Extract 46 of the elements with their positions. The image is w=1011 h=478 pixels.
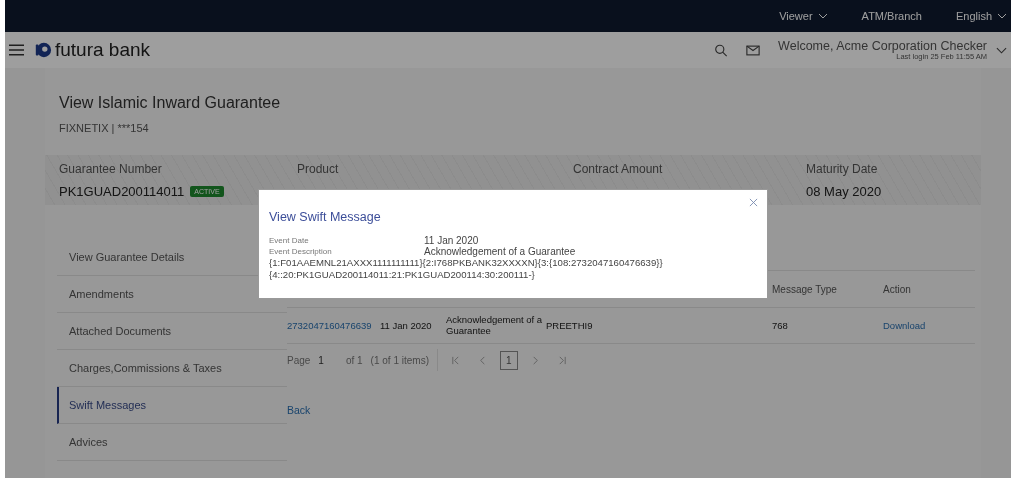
dialog-title: View Swift Message bbox=[269, 210, 382, 224]
swift-message-line: {1:F01AAEMNL21AXXX1111111111}{2:I768PKBANK32XXXXN}{3:{108:2732047160476639}} bbox=[269, 257, 664, 269]
sidebar-item[interactable]: Amendments bbox=[69, 288, 134, 300]
current-page-button[interactable]: 1 bbox=[499, 350, 518, 370]
table-cell-text: PREETHI9 bbox=[546, 320, 594, 331]
close-icon[interactable] bbox=[749, 198, 758, 207]
back-link[interactable]: Back bbox=[287, 404, 311, 416]
top-menu-item[interactable]: ATM/Branch bbox=[861, 10, 922, 22]
field-value: 11 Jan 2020 bbox=[424, 235, 479, 246]
table-cell-text: 11 Jan 2020 bbox=[380, 320, 433, 331]
page-subtitle: FIXNETIX | ***154 bbox=[59, 122, 150, 134]
download-link[interactable]: Download bbox=[883, 320, 973, 331]
table-cell-text: Acknowledgement of a Guarantee bbox=[446, 315, 544, 336]
field-label: Event Description bbox=[269, 246, 333, 257]
search-icon[interactable] bbox=[714, 43, 729, 57]
page-number: 1 bbox=[318, 354, 324, 366]
sidebar-item[interactable]: Attached Documents bbox=[69, 325, 172, 337]
page-label: Page bbox=[287, 354, 311, 366]
menu-icon[interactable] bbox=[9, 44, 24, 56]
summary-value: 08 May 2020 bbox=[806, 183, 882, 199]
summary-label: Guarantee Number bbox=[59, 161, 163, 176]
page-title: View Islamic Inward Guarantee bbox=[59, 94, 282, 112]
top-menu-item[interactable]: English bbox=[955, 10, 992, 22]
summary-label: Maturity Date bbox=[806, 161, 879, 176]
welcome-text[interactable]: Welcome, Acme Corporation Checker bbox=[778, 39, 987, 53]
column-header: Message Type bbox=[772, 283, 838, 295]
column-header: Action bbox=[883, 283, 912, 295]
summary-label: Product bbox=[297, 161, 340, 176]
page-count: of 1 bbox=[345, 354, 363, 366]
swift-message-line: {4::20:PK1GUAD200114011:21:PK1GUAD200114:30:200111-} bbox=[269, 269, 536, 281]
logo-icon bbox=[34, 41, 52, 59]
summary-value: PK1GUAD200114011 bbox=[59, 183, 185, 199]
sidebar-item[interactable]: Charges,Commissions & Taxes bbox=[69, 362, 222, 374]
bank-logo-text: futura bank bbox=[55, 39, 151, 61]
chevron-down-icon[interactable] bbox=[996, 46, 1007, 54]
table-cell-text: 768 bbox=[772, 320, 789, 331]
field-value: Acknowledgement of a Guarantee bbox=[424, 246, 576, 257]
sidebar-item[interactable]: Advices bbox=[69, 436, 108, 448]
sidebar-item[interactable]: View Guarantee Details bbox=[69, 251, 185, 263]
top-menu-item[interactable]: Viewer bbox=[779, 10, 813, 22]
mail-icon[interactable] bbox=[746, 43, 761, 57]
reference-link[interactable]: 2732047160476639 bbox=[287, 320, 380, 331]
items-count: (1 of 1 items) bbox=[370, 354, 429, 366]
summary-label: Contract Amount bbox=[573, 161, 664, 176]
sidebar-item[interactable]: Swift Messages bbox=[69, 399, 147, 411]
field-label: Event Date bbox=[269, 235, 310, 246]
